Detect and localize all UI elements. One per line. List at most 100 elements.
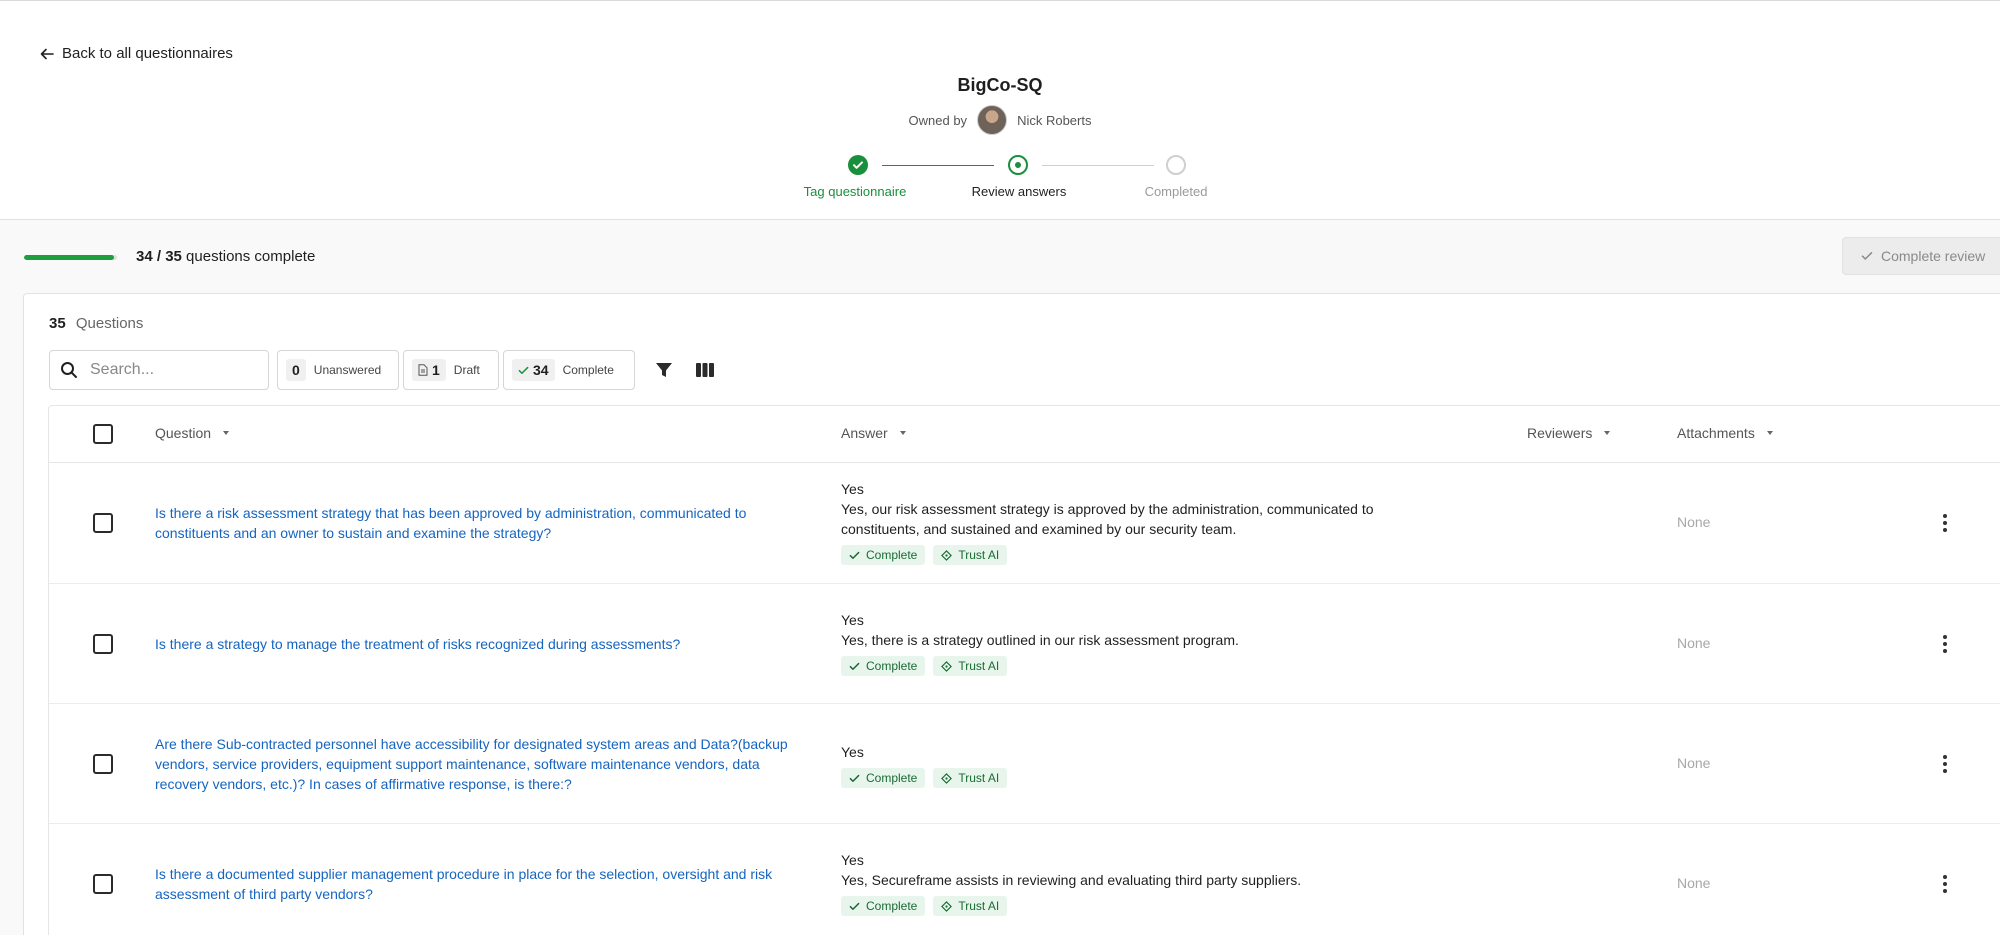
attachments-value: None — [1677, 634, 1711, 651]
avatar — [977, 105, 1008, 135]
questionnaire-header: Back to all questionnaires BigCo-SQ Owne… — [0, 1, 2000, 220]
row-checkbox[interactable] — [93, 753, 113, 774]
source-badge: Trust AI — [933, 545, 1008, 565]
filter-draft-chip[interactable]: 1 Draft — [403, 350, 499, 390]
back-link[interactable]: Back to all questionnaires — [40, 45, 233, 62]
more-options-icon[interactable] — [1942, 754, 1948, 773]
questions-count: 35 Questions — [49, 315, 143, 332]
progress-separator: / — [152, 248, 166, 265]
check-icon — [853, 161, 863, 169]
table-row[interactable]: Is there a risk assessment strategy that… — [49, 463, 2000, 584]
caret-down-icon — [899, 431, 906, 435]
more-options-icon[interactable] — [1942, 514, 1948, 532]
row-checkbox[interactable] — [93, 513, 113, 533]
select-all-checkbox[interactable] — [93, 424, 113, 444]
search-icon — [61, 362, 77, 378]
answer-tags: Complete Trust AI — [841, 768, 1441, 788]
check-icon — [849, 551, 860, 559]
column-header-reviewers[interactable]: Reviewers — [1527, 425, 1611, 441]
progress-bar-fill — [24, 255, 115, 260]
status-badge-label: Complete — [866, 899, 918, 913]
more-options-icon[interactable] — [1942, 874, 1948, 893]
step-label-review: Review answers — [971, 184, 1067, 199]
answer-detail: Yes, there is a strategy outlined in our… — [841, 632, 1239, 648]
source-badge-label: Trust AI — [958, 899, 1000, 913]
step-done-icon — [848, 155, 868, 175]
columns-icon[interactable] — [695, 360, 715, 380]
answer-cell: Yes Yes, there is a strategy outlined in… — [841, 610, 1441, 676]
check-icon — [849, 662, 860, 670]
attachments-value: None — [1677, 514, 1711, 530]
more-options-icon[interactable] — [1942, 634, 1948, 653]
progress-bar — [24, 255, 117, 260]
questions-table: Question Answer Reviewers Attachments Is… — [48, 405, 2000, 935]
progress-total: 35 — [165, 248, 182, 265]
question-link[interactable]: Is there a strategy to manage the treatm… — [155, 634, 805, 654]
filter-complete-chip[interactable]: 34 Complete — [503, 350, 635, 390]
column-header-question[interactable]: Question — [155, 425, 230, 441]
unanswered-count: 0 — [286, 359, 306, 381]
progress-suffix: questions complete — [181, 248, 316, 265]
draft-count: 1 — [432, 362, 440, 378]
step-current-icon — [1008, 155, 1028, 175]
step-label-completed: Completed — [1144, 184, 1208, 199]
status-badge: Complete — [841, 545, 926, 565]
answer-tags: Complete Trust AI — [841, 545, 1441, 565]
column-header-answer[interactable]: Answer — [841, 425, 906, 441]
filter-unanswered-chip[interactable]: 0 Unanswered — [277, 350, 399, 390]
questions-count-number: 35 — [49, 315, 66, 332]
progress-stepper: Tag questionnaire Review answers Complet… — [0, 155, 2000, 201]
caret-down-icon — [1604, 431, 1611, 435]
ai-tag-icon — [941, 549, 953, 561]
complete-count: 34 — [533, 362, 549, 378]
answer-tags: Complete Trust AI — [841, 896, 1441, 916]
step-connector — [1042, 165, 1154, 166]
complete-review-button[interactable]: Complete review — [1842, 237, 2000, 275]
check-icon — [518, 366, 529, 374]
answer-short: Yes — [841, 852, 864, 868]
answer-tags: Complete Trust AI — [841, 656, 1441, 676]
row-checkbox[interactable] — [93, 633, 113, 654]
progress-summary: 34 / 35 questions complete — [136, 248, 315, 265]
status-badge: Complete — [841, 656, 926, 676]
attachments-value: None — [1677, 754, 1711, 771]
source-badge: Trust AI — [933, 896, 1008, 916]
document-icon — [418, 364, 428, 376]
complete-badge: 34 — [512, 359, 555, 381]
progress-completed: 34 — [136, 248, 153, 265]
page-title: BigCo-SQ — [957, 75, 1043, 95]
status-badge-label: Complete — [866, 771, 918, 785]
column-header-attachments[interactable]: Attachments — [1677, 425, 1773, 441]
owner-name: Nick Roberts — [1017, 112, 1092, 128]
filter-icon[interactable] — [654, 360, 674, 380]
answer-detail: Yes, Secureframe assists in reviewing an… — [841, 872, 1302, 888]
table-header: Question Answer Reviewers Attachments — [49, 406, 2000, 463]
check-icon — [849, 774, 860, 782]
column-header-label: Answer — [841, 425, 888, 441]
search-input[interactable] — [90, 361, 240, 379]
check-icon — [1861, 252, 1873, 260]
table-row[interactable]: Is there a documented supplier managemen… — [49, 824, 2000, 935]
question-link[interactable]: Are there Sub-contracted personnel have … — [155, 734, 805, 794]
step-future-icon — [1166, 155, 1186, 175]
caret-down-icon — [223, 431, 230, 435]
table-row[interactable]: Is there a strategy to manage the treatm… — [49, 584, 2000, 704]
answer-cell: Yes Yes, Secureframe assists in reviewin… — [841, 850, 1441, 916]
column-header-label: Reviewers — [1527, 425, 1593, 441]
arrow-left-icon — [40, 48, 54, 59]
draft-label: Draft — [453, 363, 480, 377]
step-label-tag: Tag questionnaire — [803, 184, 907, 199]
draft-badge: 1 — [412, 359, 446, 381]
question-link[interactable]: Is there a risk assessment strategy that… — [155, 503, 805, 543]
questions-panel: 35 Questions 0 Unanswered 1 Draft 34 Com… — [23, 293, 2000, 935]
table-row[interactable]: Are there Sub-contracted personnel have … — [49, 704, 2000, 824]
row-checkbox[interactable] — [93, 873, 113, 894]
source-badge: Trust AI — [933, 768, 1008, 788]
answer-short: Yes — [841, 481, 864, 497]
status-badge: Complete — [841, 768, 926, 788]
answer-cell: Yes Complete Trust AI — [841, 742, 1441, 788]
question-link[interactable]: Is there a documented supplier managemen… — [155, 864, 805, 904]
source-badge: Trust AI — [933, 656, 1008, 676]
owned-by-label: Owned by — [908, 112, 968, 128]
column-header-label: Question — [155, 425, 212, 441]
